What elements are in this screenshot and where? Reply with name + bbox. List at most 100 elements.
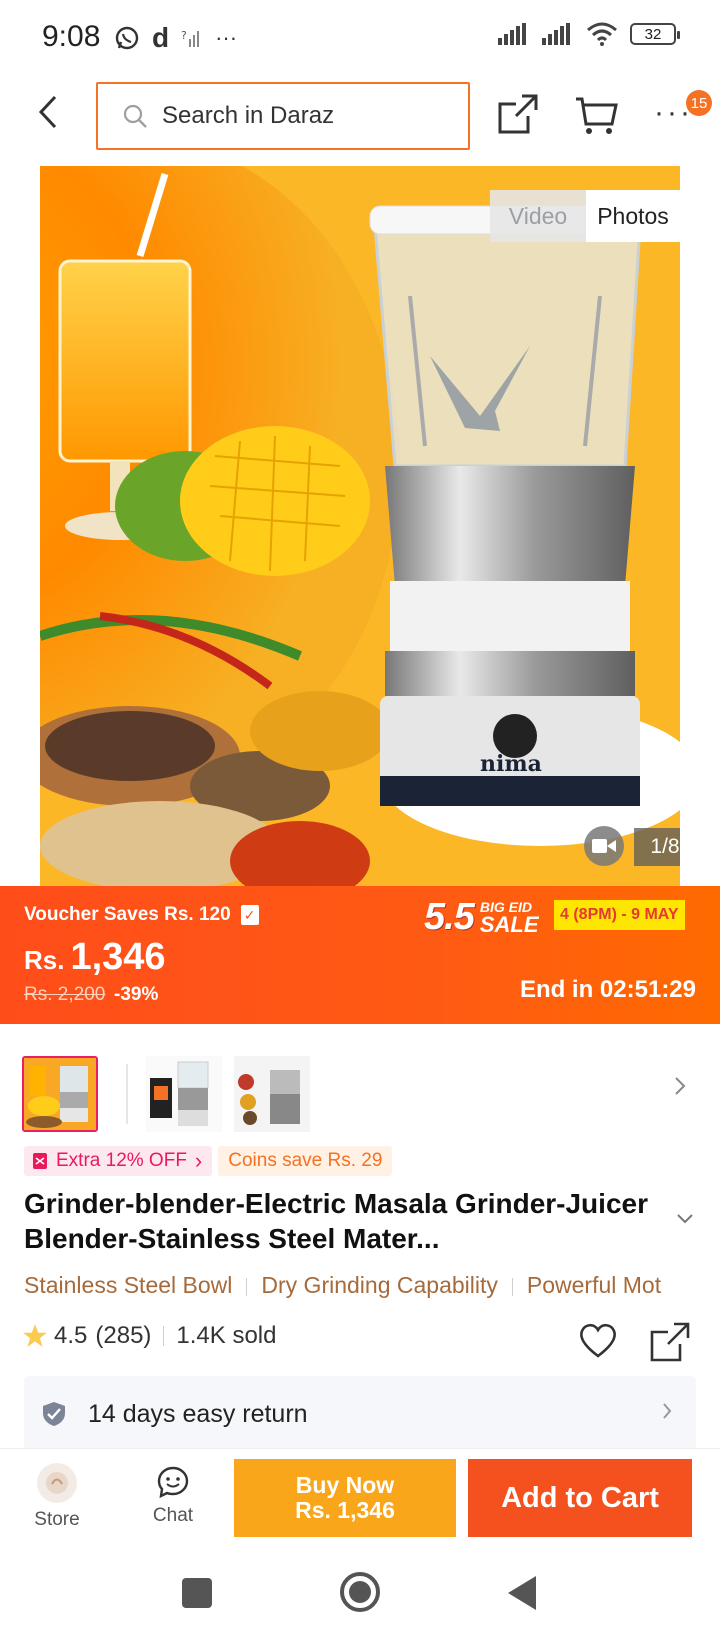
thumbnail-3[interactable] — [234, 1056, 310, 1132]
rating-separator — [163, 1326, 165, 1346]
media-toggle: Video Photos — [490, 190, 680, 242]
cart-icon — [576, 97, 618, 134]
cell-signal-icon — [498, 23, 526, 45]
share-button[interactable] — [498, 94, 538, 139]
recent-apps-icon[interactable] — [182, 1578, 212, 1608]
chevron-right-icon — [662, 1402, 672, 1425]
price-currency: Rs. — [24, 945, 65, 975]
chat-icon — [157, 1466, 189, 1499]
back-button[interactable] — [30, 92, 66, 132]
product-title: Grinder-blender-Electric Masala Grinder-… — [24, 1188, 648, 1254]
feature-item: Powerful Mot — [526, 1272, 662, 1298]
star-icon — [23, 1324, 47, 1347]
price-amount: 1,346 — [70, 936, 166, 978]
tab-photos[interactable]: Photos — [586, 190, 680, 242]
thumbnail-next-button[interactable] — [674, 1076, 686, 1101]
search-icon — [122, 103, 148, 129]
promo-tags: Extra 12% OFF › Coins save Rs. 29 — [24, 1146, 393, 1176]
current-price: Rs. 1,346 — [24, 936, 166, 979]
store-button[interactable]: Store — [26, 1463, 88, 1531]
svg-text:?: ? — [181, 29, 187, 42]
sale-dates: 4 (8PM) - 9 MAY — [554, 900, 685, 930]
sale-number: 5.5 — [424, 896, 475, 938]
video-camera-icon — [592, 839, 616, 853]
search-placeholder: Search in Daraz — [162, 102, 335, 129]
add-to-cart-button[interactable]: Add to Cart — [468, 1459, 692, 1537]
cart-button[interactable] — [574, 96, 618, 141]
status-bar: 9:08 d ? ··· 32 — [0, 0, 720, 78]
chevron-left-icon — [38, 95, 57, 129]
chevron-right-icon: › — [194, 1148, 203, 1173]
buy-now-label: Buy Now — [295, 1472, 395, 1498]
ticket-icon — [33, 1153, 47, 1169]
price-banner: Voucher Saves Rs. 120 ✓ Rs. 1,346 Rs. 2,2… — [0, 886, 720, 1024]
extra-off-tag[interactable]: Extra 12% OFF › — [24, 1146, 213, 1176]
store-logo-icon — [37, 1463, 77, 1503]
return-policy-row[interactable]: 14 days easy return — [24, 1376, 696, 1452]
image-page-indicator: 1/8 — [634, 828, 680, 866]
chat-button[interactable]: Chat — [140, 1463, 206, 1527]
feature-highlights: Stainless Steel Bowl Dry Grinding Capabil… — [24, 1272, 720, 1304]
feature-separator — [511, 1277, 513, 1296]
sale-text: BIG EID SALE — [480, 900, 539, 936]
status-left-icons: d ? ··· — [114, 22, 237, 54]
chevron-down-icon — [677, 1214, 693, 1224]
daraz-d-icon: d — [152, 22, 170, 53]
thumbnail-image — [234, 1056, 310, 1132]
back-triangle-icon[interactable] — [508, 1576, 536, 1610]
product-image-gallery[interactable]: nima Video Photos 1/8 — [40, 166, 680, 886]
share-icon — [650, 1322, 690, 1362]
battery-icon: 32 — [630, 23, 680, 45]
thumbnail-1[interactable] — [22, 1056, 98, 1132]
status-right-icons: 32 — [498, 22, 680, 46]
feature-item: Stainless Steel Bowl — [24, 1272, 233, 1298]
discount-percent: -39% — [114, 984, 159, 1005]
home-icon[interactable] — [340, 1572, 380, 1612]
buy-now-price: Rs. 1,346 — [295, 1497, 395, 1523]
heart-icon — [580, 1323, 616, 1358]
review-count: (285) — [95, 1322, 152, 1349]
sale-logo: 5.5 BIG EID SALE — [424, 896, 539, 939]
product-photo: nima — [40, 166, 680, 886]
cell-signal-icon — [542, 23, 570, 45]
thumbnail-image — [24, 1058, 96, 1130]
countdown-timer: End in 02:51:29 — [519, 976, 696, 1003]
whatsapp-icon — [115, 26, 139, 50]
title-expand-button[interactable] — [676, 1212, 694, 1230]
shield-check-icon — [42, 1401, 66, 1427]
video-play-button[interactable] — [584, 826, 624, 866]
sale-line2: SALE — [479, 911, 539, 937]
share-icon — [498, 94, 538, 134]
voucher-text: Voucher Saves Rs. 120 — [24, 904, 231, 925]
wifi-icon — [587, 22, 617, 46]
bottom-action-bar: Store Chat Buy Now Rs. 1,346 Add to Cart — [0, 1448, 720, 1544]
signal-question-icon: ? — [181, 29, 200, 47]
blender-brand: nima — [480, 751, 542, 777]
notification-badge: 15 — [686, 90, 712, 116]
chat-label: Chat — [152, 1505, 194, 1526]
original-price: Rs. 2,200 — [24, 984, 106, 1005]
thumbnail-image — [146, 1056, 222, 1132]
top-header: Search in Daraz ··· 15 — [0, 78, 720, 156]
more-dots: ··· — [215, 25, 238, 50]
store-label: Store — [34, 1509, 80, 1530]
voucher-check-icon: ✓ — [240, 905, 259, 925]
voucher-savings[interactable]: Voucher Saves Rs. 120 ✓ — [24, 904, 259, 926]
sold-count: 1.4K sold — [176, 1322, 277, 1349]
return-policy-text: 14 days easy return — [88, 1399, 308, 1428]
search-input[interactable]: Search in Daraz — [96, 82, 470, 150]
rating-row[interactable]: 4.5 (285) 1.4K sold — [22, 1322, 276, 1350]
share-product-button[interactable] — [650, 1322, 690, 1367]
feature-separator — [246, 1277, 248, 1296]
chevron-right-icon — [675, 1077, 686, 1095]
extra-off-text: Extra 12% OFF — [56, 1150, 187, 1171]
status-time: 9:08 — [42, 20, 101, 53]
buy-now-button[interactable]: Buy Now Rs. 1,346 — [234, 1459, 456, 1537]
system-navigation-bar — [0, 1544, 720, 1640]
rating-value: 4.5 — [54, 1322, 88, 1349]
thumbnail-divider — [126, 1064, 128, 1124]
tab-video[interactable]: Video — [490, 190, 586, 242]
thumbnail-2[interactable] — [146, 1056, 222, 1132]
wishlist-button[interactable] — [578, 1322, 618, 1363]
battery-level: 32 — [644, 25, 662, 43]
